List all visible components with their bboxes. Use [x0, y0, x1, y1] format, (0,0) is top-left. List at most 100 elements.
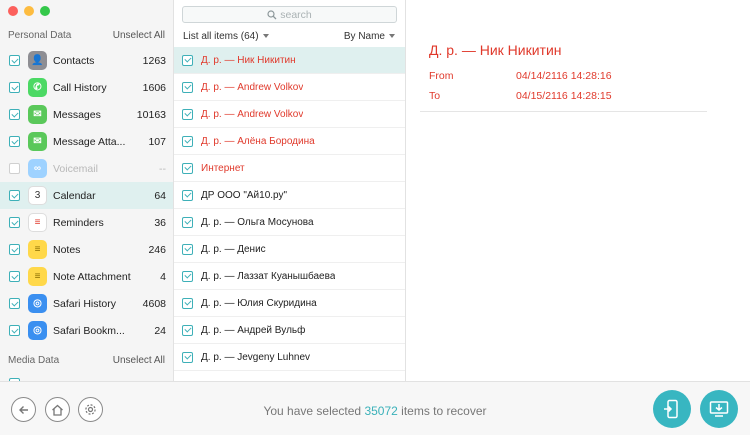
- personal-data-title: Personal Data: [8, 30, 72, 41]
- reminders-icon: ≡: [28, 213, 47, 232]
- category-checkbox[interactable]: [9, 163, 20, 174]
- notes-icon: ≡: [28, 240, 47, 259]
- close-window-button[interactable]: [8, 6, 18, 16]
- list-filter-label: List all items (64): [183, 31, 259, 42]
- list-item[interactable]: Д. р. — Денис: [174, 236, 405, 263]
- recover-to-device-button[interactable]: [653, 390, 691, 428]
- sidebar-item-safari-bookmark[interactable]: ◎ Safari Bookm... 24: [0, 317, 173, 344]
- search-placeholder: search: [280, 8, 312, 21]
- to-value: 04/15/2116 14:28:15: [516, 90, 612, 102]
- sidebar-item-label: Safari History: [53, 297, 117, 310]
- list-item[interactable]: Д. р. — Андрей Вульф: [174, 317, 405, 344]
- download-to-computer-icon: [709, 401, 729, 417]
- category-checkbox[interactable]: [9, 244, 20, 255]
- sidebar-item-count: --: [159, 162, 166, 175]
- sidebar-item-count: 10163: [136, 108, 166, 121]
- sidebar-item-safari[interactable]: ◎ Safari History 4608: [0, 290, 173, 317]
- list-item[interactable]: Д. р. — Юлия Скуридина: [174, 290, 405, 317]
- contacts-icon: 👤: [28, 51, 47, 70]
- item-checkbox[interactable]: [182, 108, 193, 120]
- sidebar-item-phone[interactable]: ✆ Call History 1606: [0, 74, 173, 101]
- list-item[interactable]: ДР ООО "Ай10.ру": [174, 182, 405, 209]
- unselect-all-button[interactable]: Unselect All: [113, 30, 165, 41]
- item-checkbox[interactable]: [182, 54, 193, 66]
- detail-panel: Д. р. — Ник Никитин From 04/14/2116 14:2…: [406, 0, 750, 381]
- item-checkbox[interactable]: [182, 351, 193, 363]
- sidebar-item-calendar[interactable]: 3 Calendar 64: [0, 182, 173, 209]
- sidebar-item-reminders[interactable]: ≡ Reminders 36: [0, 209, 173, 236]
- sidebar-item-count: 246: [148, 243, 166, 256]
- item-checkbox[interactable]: [182, 189, 193, 201]
- sidebar-item-notes[interactable]: ≡ Notes 246: [0, 236, 173, 263]
- list-item-title: Д. р. — Алёна Бородина: [201, 135, 315, 147]
- sidebar-item-contacts[interactable]: 👤 Contacts 1263: [0, 47, 173, 74]
- from-label: From: [429, 70, 454, 82]
- detail-title: Д. р. — Ник Никитин: [429, 42, 562, 58]
- item-checkbox[interactable]: [182, 162, 193, 174]
- detail-from-row: From 04/14/2116 14:28:16: [429, 70, 709, 82]
- category-checkbox[interactable]: [9, 298, 20, 309]
- search-input[interactable]: search: [182, 6, 397, 23]
- detail-to-row: To 04/15/2116 14:28:15: [429, 90, 709, 102]
- category-checkbox[interactable]: [9, 271, 20, 282]
- sidebar-item-voicemail[interactable]: ∞ Voicemail --: [0, 155, 173, 182]
- list-filter-dropdown[interactable]: List all items (64): [183, 31, 269, 42]
- device-icon: [664, 399, 678, 419]
- list-item[interactable]: Д. р. — Ник Никитин: [174, 47, 405, 74]
- sidebar-item-message-attachment[interactable]: ✉ Message Atta... 107: [0, 128, 173, 155]
- chevron-down-icon: [262, 34, 269, 39]
- footer-bar: You have selected 35072 items to recover: [0, 381, 750, 435]
- recover-to-computer-button[interactable]: [700, 390, 738, 428]
- calendar-icon: 3: [28, 186, 47, 205]
- messages-icon: ✉: [28, 105, 47, 124]
- item-checkbox[interactable]: [182, 297, 193, 309]
- sidebar-item-label: Calendar: [53, 189, 96, 202]
- item-list-panel: search List all items (64) By Name Д. р.…: [174, 0, 406, 381]
- list-item[interactable]: Д. р. — Andrew Volkov: [174, 74, 405, 101]
- sort-dropdown[interactable]: By Name: [344, 31, 395, 42]
- category-checkbox[interactable]: [9, 217, 20, 228]
- sidebar-item-count: 4608: [142, 297, 166, 310]
- list-item-title: Интернет: [201, 162, 245, 174]
- media-unselect-all-button[interactable]: Unselect All: [113, 355, 165, 366]
- status-prefix: You have selected: [263, 404, 365, 418]
- minimize-window-button[interactable]: [24, 6, 34, 16]
- item-checkbox[interactable]: [182, 243, 193, 255]
- list-item[interactable]: Д. р. — Алёна Бородина: [174, 128, 405, 155]
- phone-icon: ✆: [28, 78, 47, 97]
- list-item-title: Д. р. — Andrew Volkov: [201, 108, 304, 120]
- sidebar-item-count: 1606: [142, 81, 166, 94]
- list-item-title: Д. р. — Денис: [201, 243, 266, 255]
- from-value: 04/14/2116 14:28:16: [516, 70, 612, 82]
- list-item[interactable]: Д. р. — Лаззат Куанышбаева: [174, 263, 405, 290]
- sidebar-item-count: 24: [154, 324, 166, 337]
- category-checkbox[interactable]: [9, 82, 20, 93]
- media-data-title: Media Data: [8, 355, 60, 366]
- sidebar-item-messages[interactable]: ✉ Messages 10163: [0, 101, 173, 128]
- zoom-window-button[interactable]: [40, 6, 50, 16]
- list-item[interactable]: Д. р. — Jevgeny Luhnev: [174, 344, 405, 371]
- sidebar-item-count: 36: [154, 216, 166, 229]
- list-item[interactable]: Д. р. — Ольга Мосунова: [174, 209, 405, 236]
- category-checkbox[interactable]: [9, 55, 20, 66]
- item-checkbox[interactable]: [182, 135, 193, 147]
- item-checkbox[interactable]: [182, 270, 193, 282]
- category-list: 👤 Contacts 1263 ✆ Call History 1606 ✉ Messages 1…: [0, 47, 173, 344]
- item-checkbox[interactable]: [182, 81, 193, 93]
- category-checkbox[interactable]: [9, 190, 20, 201]
- category-checkbox[interactable]: [9, 136, 20, 147]
- list-item[interactable]: Интернет: [174, 155, 405, 182]
- category-checkbox[interactable]: [9, 325, 20, 336]
- sidebar-item-note-attachment[interactable]: ≡ Note Attachment 4: [0, 263, 173, 290]
- sidebar-item-label: Note Attachment: [53, 270, 131, 283]
- personal-data-header: Personal Data Unselect All: [8, 30, 165, 41]
- sidebar-item-label: Call History: [53, 81, 107, 94]
- detail-divider: [420, 111, 707, 112]
- list-item-title: Д. р. — Юлия Скуридина: [201, 297, 317, 309]
- list-item[interactable]: Д. р. — Andrew Volkov: [174, 101, 405, 128]
- sidebar-item-label: Message Atta...: [53, 135, 126, 148]
- list-item-title: Д. р. — Ник Никитин: [201, 54, 296, 66]
- item-checkbox[interactable]: [182, 216, 193, 228]
- item-checkbox[interactable]: [182, 324, 193, 336]
- category-checkbox[interactable]: [9, 109, 20, 120]
